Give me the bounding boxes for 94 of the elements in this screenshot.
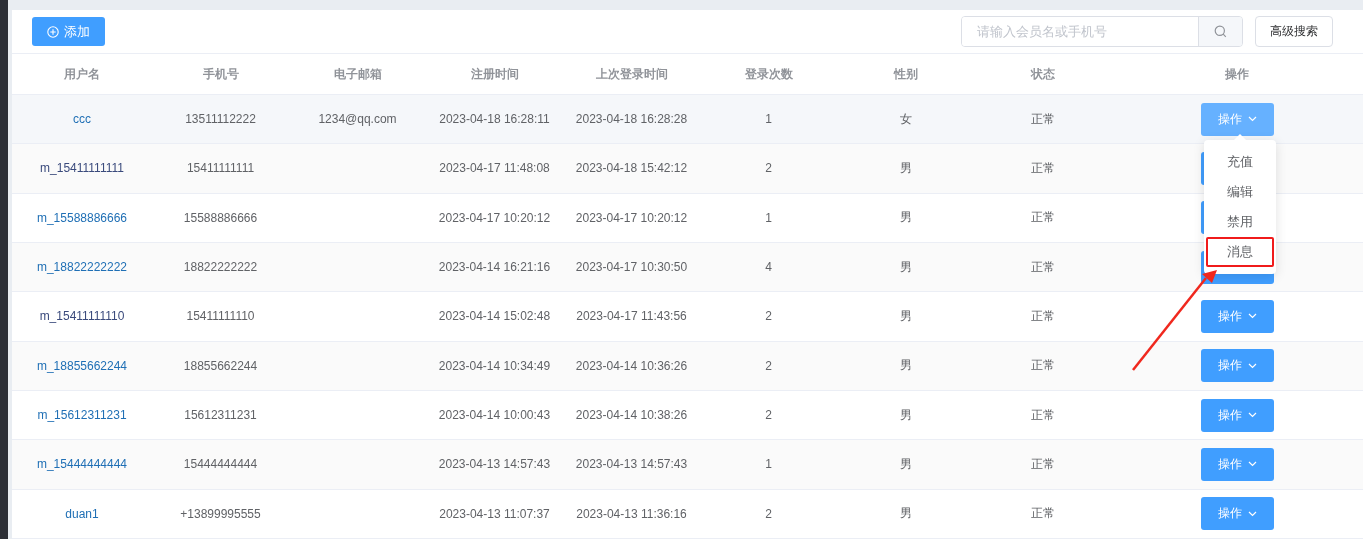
caret-icon — [1247, 510, 1257, 517]
search-field[interactable]: 请输入会员名或手机号 — [961, 16, 1243, 48]
registered-time-cell: 2023-04-18 16:28:11 — [439, 112, 550, 127]
login-count-cell: 2 — [765, 408, 772, 423]
last-login-cell: 2023-04-18 15:42:12 — [575, 161, 688, 176]
last-login-cell: 2023-04-18 16:28:28 — [575, 112, 688, 127]
registered-time-cell: 2023-04-17 10:20:12 — [438, 210, 551, 225]
username-link[interactable]: m_15411111111 — [40, 161, 124, 176]
status-cell: 正常 — [1030, 455, 1055, 473]
last-login-cell: 2023-04-17 10:20:12 — [575, 210, 688, 225]
status-cell: 正常 — [1030, 110, 1055, 128]
status-cell: 正常 — [1030, 258, 1055, 276]
menu-item[interactable]: 禁用 — [1206, 206, 1274, 237]
username-link[interactable]: m_15411111110 — [39, 309, 125, 324]
login-count-cell: 1 — [765, 210, 772, 225]
username-link[interactable]: m_18822222222 — [36, 260, 128, 275]
login-count-cell: 2 — [765, 506, 772, 521]
last-login-cell: 2023-04-13 11:36:16 — [576, 506, 687, 521]
login-count-cell: 2 — [765, 309, 772, 324]
action-dropdown-button[interactable]: 操作 — [1200, 497, 1274, 531]
caret-icon — [1247, 313, 1257, 320]
column-header: 上次登录时间 — [595, 65, 668, 83]
column-header: 注册时间 — [470, 65, 519, 83]
username-link[interactable]: ccc — [73, 112, 91, 127]
registered-time-cell: 2023-04-14 16:21:16 — [438, 260, 551, 275]
column-header: 电子邮箱 — [333, 65, 382, 83]
registered-time-cell: 2023-04-13 14:57:43 — [438, 457, 551, 472]
email-cell: 1234@qq.com — [318, 112, 397, 127]
phone-cell: 18822222222 — [183, 260, 258, 275]
last-login-cell: 2023-04-17 11:43:56 — [576, 309, 687, 324]
phone-cell: 18855662244 — [183, 358, 258, 373]
action-dropdown-button[interactable]: 操作 — [1200, 349, 1274, 383]
registered-time-cell: 2023-04-17 11:48:08 — [439, 161, 550, 176]
login-count-cell: 4 — [765, 260, 772, 275]
phone-cell: 15411111110 — [186, 309, 255, 324]
caret-icon — [1247, 412, 1257, 419]
gender-cell: 男 — [899, 406, 912, 424]
phone-cell: 15612311231 — [184, 408, 257, 423]
status-cell: 正常 — [1030, 159, 1055, 177]
plus-circle-icon — [47, 25, 59, 38]
login-count-cell: 1 — [765, 457, 772, 472]
phone-cell: +13899995555 — [180, 506, 261, 521]
username-link[interactable]: m_18855662244 — [36, 358, 128, 373]
status-cell: 正常 — [1030, 406, 1055, 424]
menu-item[interactable]: 消息 — [1206, 236, 1274, 267]
gender-cell: 男 — [899, 357, 912, 375]
username-link[interactable]: m_15612311231 — [37, 408, 127, 423]
gender-cell: 男 — [899, 159, 912, 177]
action-dropdown-button[interactable]: 操作 — [1200, 299, 1274, 333]
phone-cell: 15444444444 — [183, 457, 258, 472]
caret-icon — [1247, 362, 1257, 369]
status-cell: 正常 — [1030, 307, 1055, 325]
login-count-cell: 2 — [765, 161, 772, 176]
gender-cell: 男 — [899, 455, 912, 473]
username-link[interactable]: duan1 — [65, 506, 99, 521]
login-count-cell: 1 — [765, 112, 772, 127]
caret-icon — [1247, 461, 1257, 468]
action-dropdown-button[interactable]: 操作 — [1200, 398, 1274, 432]
phone-cell: 15411111111 — [186, 161, 255, 176]
phone-cell: 15588886666 — [183, 210, 258, 225]
column-header: 用户名 — [64, 65, 100, 83]
last-login-cell: 2023-04-14 10:36:26 — [575, 358, 688, 373]
search-button[interactable] — [1198, 17, 1242, 47]
gender-cell: 女 — [899, 110, 912, 128]
username-link[interactable]: m_15588886666 — [36, 210, 128, 225]
registered-time-cell: 2023-04-14 10:34:49 — [438, 358, 551, 373]
column-header: 操作 — [1225, 65, 1249, 83]
last-login-cell: 2023-04-17 10:30:50 — [575, 260, 688, 275]
gender-cell: 男 — [899, 505, 912, 523]
last-login-cell: 2023-04-14 10:38:26 — [575, 408, 688, 423]
gender-cell: 男 — [899, 209, 912, 227]
menu-item[interactable]: 编辑 — [1206, 176, 1274, 207]
column-header: 手机号 — [202, 65, 239, 83]
status-cell: 正常 — [1030, 505, 1055, 523]
column-header: 性别 — [893, 65, 918, 83]
registered-time-cell: 2023-04-14 10:00:43 — [438, 408, 551, 423]
column-header: 登录次数 — [744, 65, 793, 83]
phone-cell: 13511112222 — [185, 112, 256, 127]
search-icon — [1214, 25, 1227, 39]
column-header: 状态 — [1030, 65, 1055, 83]
gender-cell: 男 — [899, 258, 912, 276]
action-dropdown-button[interactable]: 操作 — [1200, 447, 1274, 481]
username-link[interactable]: m_15444444444 — [36, 457, 128, 472]
status-cell: 正常 — [1030, 357, 1055, 375]
advanced-search-button[interactable]: 高级搜索 — [1255, 16, 1333, 48]
menu-item[interactable]: 充值 — [1206, 146, 1274, 177]
status-cell: 正常 — [1030, 209, 1055, 227]
caret-icon — [1247, 116, 1257, 123]
login-count-cell: 2 — [765, 358, 772, 373]
last-login-cell: 2023-04-13 14:57:43 — [575, 457, 688, 472]
registered-time-cell: 2023-04-14 15:02:48 — [438, 309, 551, 324]
registered-time-cell: 2023-04-13 11:07:37 — [439, 506, 550, 521]
add-button[interactable]: 添加 — [32, 17, 105, 47]
gender-cell: 男 — [899, 307, 912, 325]
